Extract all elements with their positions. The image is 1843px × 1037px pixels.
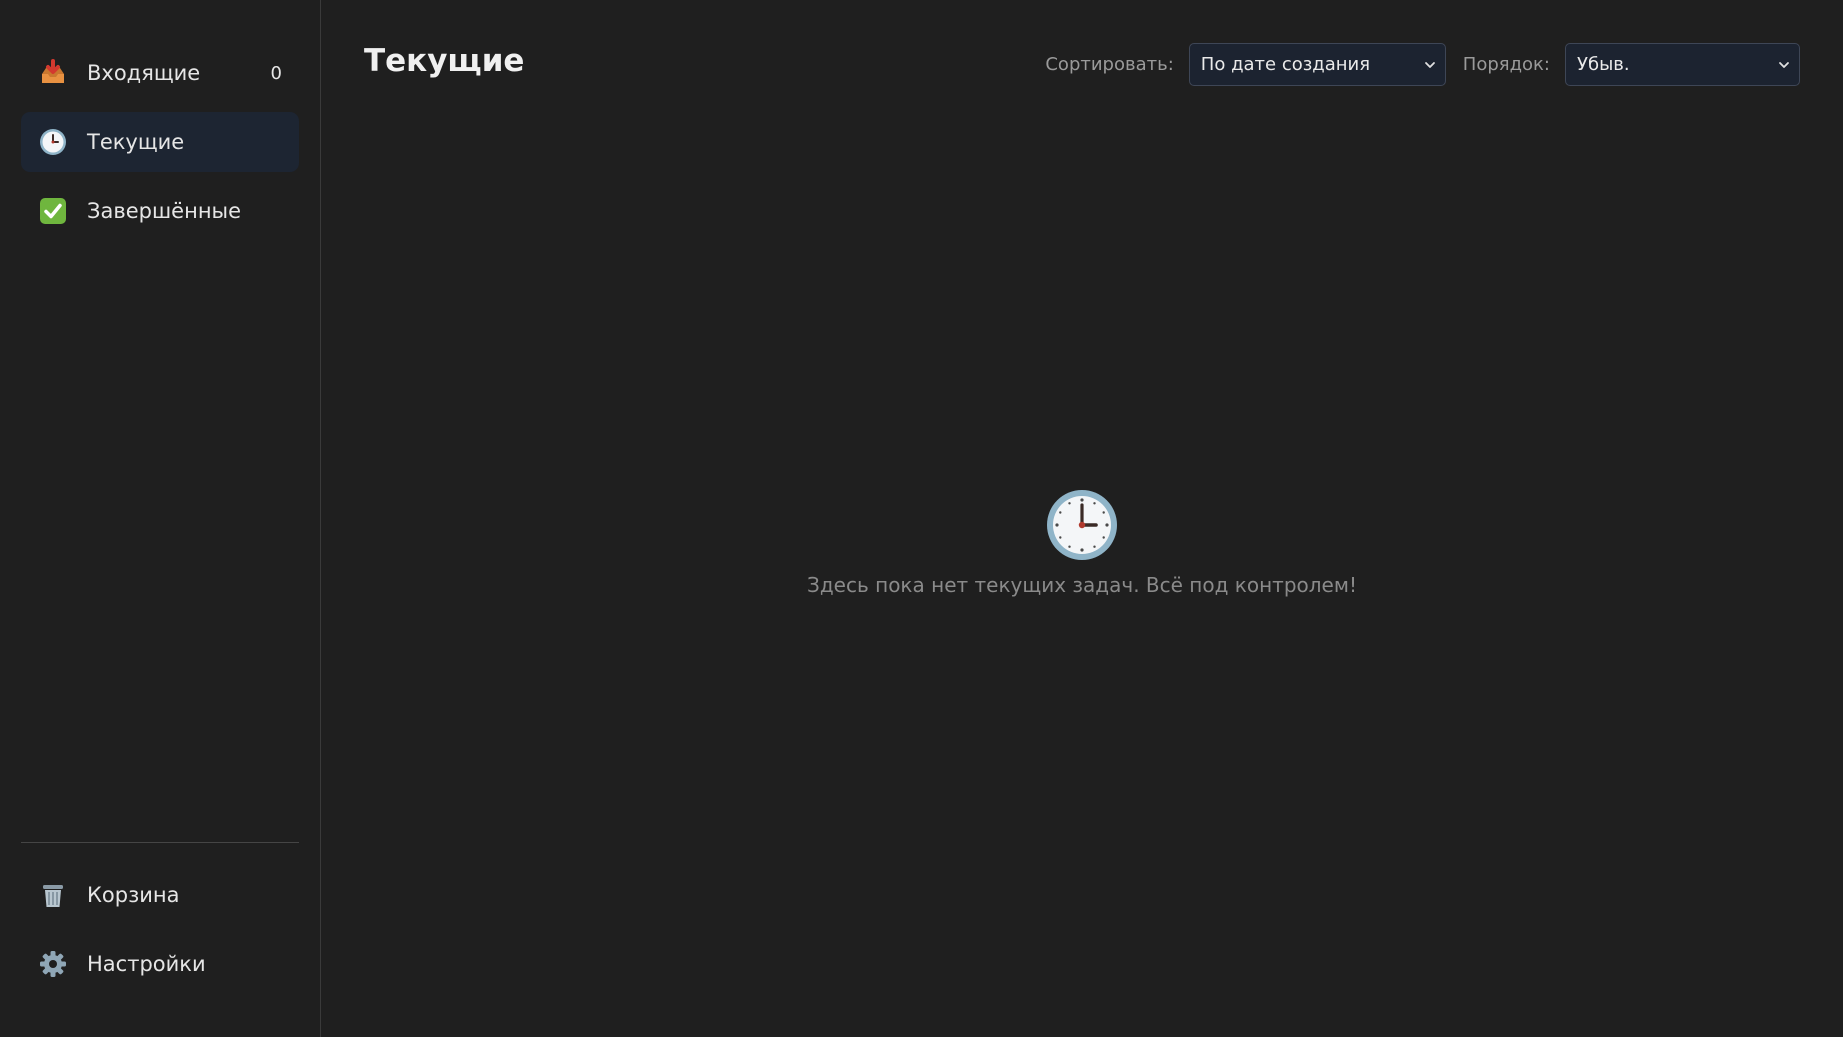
sidebar-item-label: Входящие (87, 61, 201, 85)
sidebar-divider (21, 842, 299, 843)
sidebar-item-completed[interactable]: Завершённые (21, 181, 299, 241)
empty-state: Здесь пока нет текущих задач. Всё под ко… (321, 489, 1843, 597)
trash-icon (38, 880, 68, 910)
sidebar-item-label: Завершённые (87, 199, 242, 223)
order-label: Порядок: (1462, 54, 1550, 75)
check-mark-icon (38, 196, 68, 226)
sidebar-item-inbox[interactable]: Входящие 0 (21, 43, 299, 103)
order-select-value: Убыв. (1577, 54, 1630, 75)
sort-select-value: По дате создания (1200, 54, 1371, 75)
inbox-tray-icon (38, 58, 68, 88)
clock-icon (1047, 490, 1117, 560)
app-window: Входящие 0 Текущие Завершённые Корзина Н… (0, 0, 1843, 1037)
page-title: Текущие (364, 43, 525, 79)
sidebar: Входящие 0 Текущие Завершённые Корзина Н… (0, 0, 321, 1037)
sort-label: Сортировать: (1045, 54, 1174, 75)
sidebar-item-trash[interactable]: Корзина (21, 865, 299, 925)
sidebar-item-current[interactable]: Текущие (21, 112, 299, 172)
order-select[interactable]: Убыв. (1565, 43, 1800, 86)
gear-icon (38, 949, 68, 979)
sidebar-nav: Входящие 0 Текущие Завершённые (21, 43, 299, 250)
sidebar-item-settings[interactable]: Настройки (21, 934, 299, 994)
sidebar-item-label: Корзина (87, 883, 180, 907)
main-content: Текущие Сортировать: По дате создания По… (321, 0, 1843, 1037)
sidebar-item-label: Настройки (87, 952, 206, 976)
sort-select[interactable]: По дате создания (1188, 43, 1446, 86)
sidebar-bottom-nav: Корзина Настройки (21, 865, 299, 1003)
chevron-down-icon (1779, 61, 1789, 68)
clock-icon (38, 127, 68, 157)
chevron-down-icon (1424, 61, 1435, 68)
empty-state-message: Здесь пока нет текущих задач. Всё под ко… (807, 573, 1357, 597)
inbox-count-badge: 0 (270, 62, 282, 84)
sort-toolbar: Сортировать: По дате создания Порядок: У… (1045, 43, 1800, 86)
sidebar-item-label: Текущие (87, 130, 185, 154)
